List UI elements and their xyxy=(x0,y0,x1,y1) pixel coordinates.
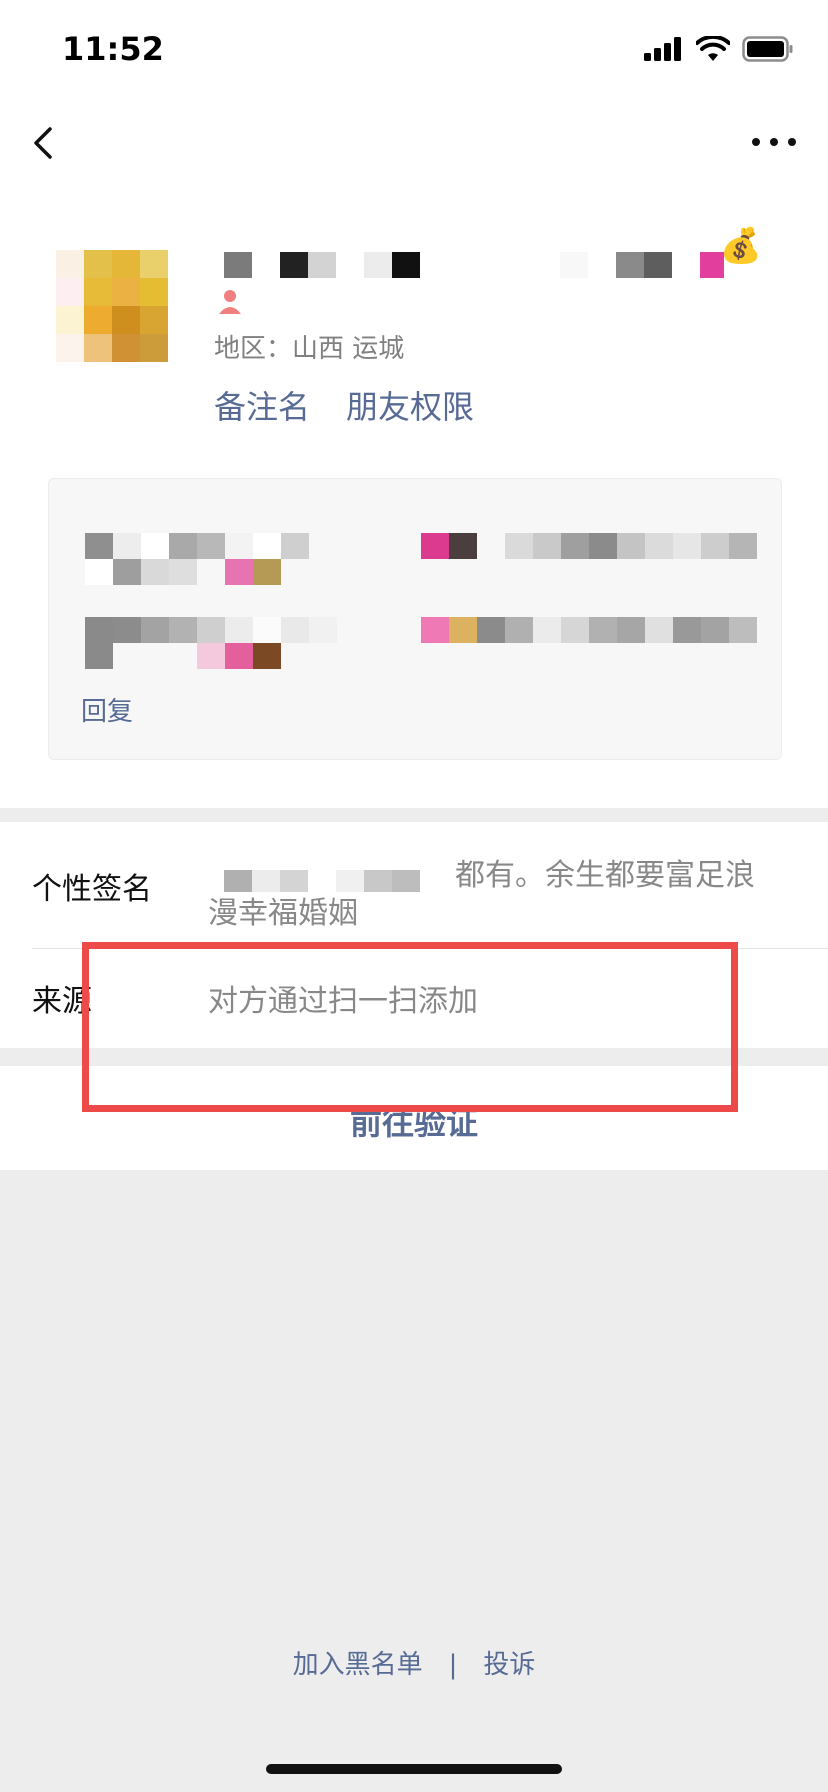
nickname-mosaic xyxy=(214,250,774,280)
signature-label: 个性签名 xyxy=(32,872,152,907)
back-button[interactable] xyxy=(26,114,86,174)
friend-permission-link[interactable]: 朋友权限 xyxy=(346,382,474,428)
nav-bar xyxy=(0,100,828,200)
info-section: 个性签名 都有。余生都要富足浪 漫幸福婚姻 来源 对方通过扫一扫添加 xyxy=(0,822,828,1048)
chevron-left-icon xyxy=(34,127,52,159)
profile-actions: 备注名 朋友权限 xyxy=(214,382,474,428)
footer-links: 加入黑名单 | 投诉 xyxy=(0,1644,828,1681)
avatar[interactable] xyxy=(56,250,168,362)
signature-text-line1: 都有。余生都要富足浪 xyxy=(455,858,755,893)
moment-mosaic-row xyxy=(85,643,281,669)
status-icons xyxy=(644,36,794,62)
verify-section: 前往验证 xyxy=(0,1066,828,1170)
status-bar: 11:52 xyxy=(0,0,828,100)
moment-mosaic-row xyxy=(85,617,337,643)
report-link[interactable]: 投诉 xyxy=(483,1650,535,1680)
moment-mosaic-row xyxy=(421,617,757,643)
blacklist-link[interactable]: 加入黑名单 xyxy=(293,1650,423,1680)
signature-text-line2: 漫幸福婚姻 xyxy=(208,896,358,931)
money-bag-icon: 💰 xyxy=(719,226,762,266)
source-value: 对方通过扫一扫添加 xyxy=(208,984,478,1019)
profile-section: 💰 地区：山西 运城 备注名 朋友权限 回复 xyxy=(0,200,828,808)
person-badge-icon xyxy=(216,288,244,318)
remark-name-link[interactable]: 备注名 xyxy=(214,382,310,428)
home-indicator[interactable] xyxy=(266,1764,562,1774)
wifi-icon xyxy=(696,36,730,61)
footer-separator: | xyxy=(448,1650,458,1680)
more-dots-icon xyxy=(752,138,796,146)
more-button[interactable] xyxy=(748,122,800,162)
battery-icon xyxy=(742,36,793,62)
moment-mosaic-row xyxy=(421,533,757,559)
region-text: 地区：山西 运城 xyxy=(214,334,405,364)
source-label: 来源 xyxy=(32,984,92,1019)
divider xyxy=(32,948,828,949)
signal-icon xyxy=(644,37,681,61)
moment-mosaic-row xyxy=(85,559,281,585)
moment-mosaic-row xyxy=(85,533,309,559)
status-time: 11:52 xyxy=(62,30,164,68)
moment-card[interactable]: 回复 xyxy=(48,478,782,760)
go-verify-button[interactable]: 前往验证 xyxy=(350,1098,478,1144)
reply-link[interactable]: 回复 xyxy=(81,691,133,728)
